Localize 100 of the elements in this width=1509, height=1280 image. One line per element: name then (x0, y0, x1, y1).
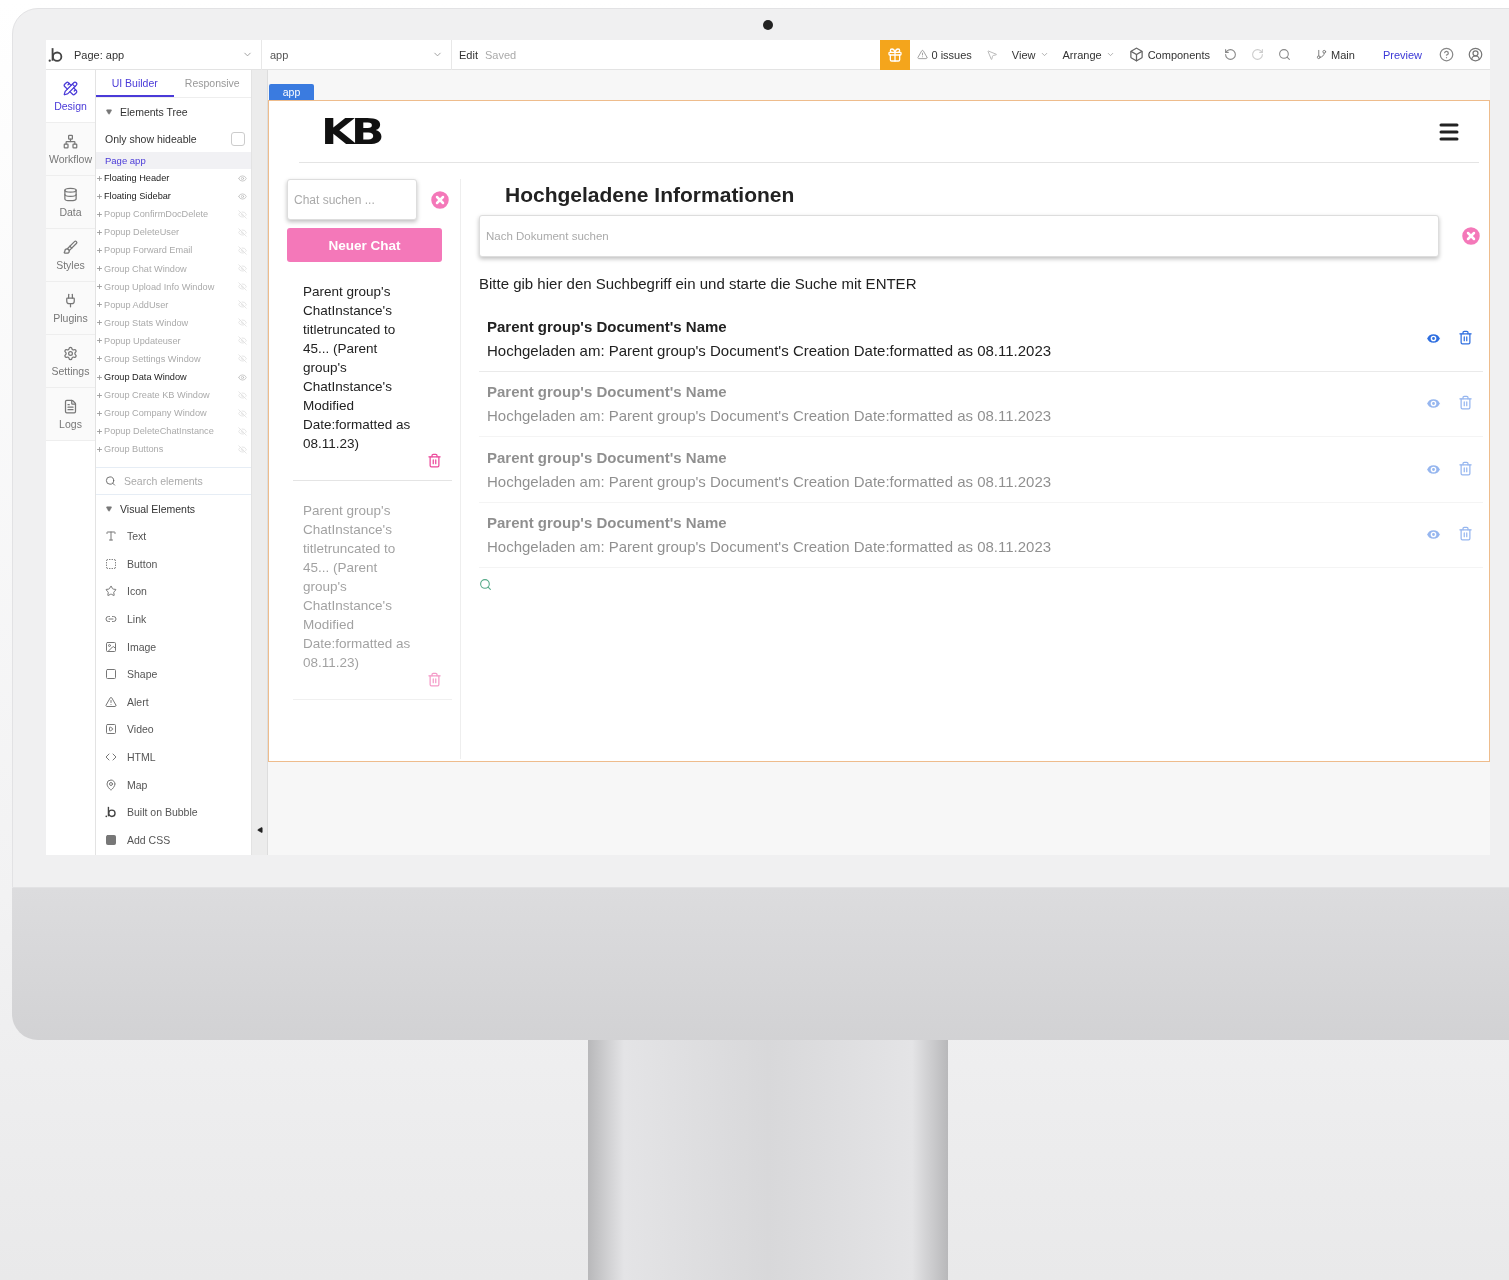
caret-icon (1105, 50, 1115, 59)
plus-icon (96, 210, 103, 218)
document-name: Parent group's Document's Name (487, 514, 728, 532)
plus-icon (96, 445, 103, 453)
search-icon (105, 474, 116, 487)
filled-square-icon (105, 833, 117, 846)
upload-date: Hochgeladen am: Parent group's Document's Creation Date:formatted as 08.11.2023 (487, 472, 1052, 490)
eye-off-icon (238, 245, 247, 255)
document-search-field[interactable]: Nach Dokument suchen (479, 215, 1439, 257)
eye-off-icon (238, 209, 247, 219)
cursor-icon (985, 48, 998, 61)
bubble-logo-icon (48, 46, 64, 63)
chat-item[interactable]: Parent group's ChatInstance's titletruncated to 45... (Parent group's ChatInstance's Modified Date:formatted as 08.11.23) (293, 274, 452, 481)
eye-off-icon (238, 227, 247, 237)
plug-icon (63, 292, 78, 308)
plus-icon (96, 319, 103, 327)
edit-menu[interactable]: Edit (452, 40, 485, 70)
element-dropdown[interactable]: app (262, 40, 452, 70)
plus-icon (96, 391, 103, 399)
upload-date: Hochgeladen am: Parent group's Document's Creation Date:formatted as 08.11.2023 (487, 407, 1052, 425)
map-pin-icon (105, 778, 117, 791)
plus-icon (96, 427, 103, 435)
eye-off-icon (238, 390, 247, 400)
document-name: Parent group's Document's Name (487, 448, 728, 466)
caret-icon (106, 505, 112, 512)
star-icon (105, 585, 117, 598)
hierarchy-icon (63, 133, 78, 149)
clear-icon[interactable] (1459, 224, 1483, 248)
eye-off-icon (238, 408, 247, 418)
text-icon (105, 530, 117, 543)
plus-icon (96, 174, 103, 182)
plus-icon (96, 337, 103, 345)
filter-label: Only show hideable (105, 133, 197, 145)
tree-item[interactable]: Floating Sidebar (96, 187, 251, 206)
page-dropdown[interactable]: Page: app (66, 40, 262, 70)
sidebar-tab[interactable]: Plugins (46, 282, 95, 335)
branch-button[interactable]: Main (1298, 40, 1373, 70)
square-icon (105, 668, 117, 681)
cube-icon (1128, 47, 1144, 62)
document-name: Parent group's Document's Name (487, 383, 728, 401)
save-status: Saved (484, 48, 517, 61)
bubble-logo-icon (105, 806, 117, 819)
dashed-square-icon (105, 557, 117, 570)
collapse-arrow-icon[interactable] (256, 827, 263, 833)
chat-search-field[interactable]: Chat suchen ... (287, 179, 417, 220)
components-button[interactable]: Components (1121, 40, 1218, 70)
document-icon (63, 398, 78, 414)
undo-icon (1224, 48, 1238, 61)
caret-icon (1039, 50, 1049, 59)
eye-icon (238, 173, 247, 183)
branch-icon (1316, 49, 1328, 60)
trash-icon[interactable] (1458, 395, 1473, 411)
eye-icon (238, 372, 247, 382)
trash-icon[interactable] (427, 672, 442, 687)
warning-icon (105, 695, 117, 708)
chat-title: Parent group's ChatInstance's titletruncated to 45... (Parent group's ChatInstance's Modified Date:formatted as 08.11.23) (303, 502, 412, 672)
trash-icon[interactable] (427, 453, 442, 468)
gift-icon (886, 46, 903, 63)
sidebar-tab[interactable]: Settings (46, 335, 95, 388)
search-hint: Bitte gib hier den Suchbegriff ein und starte die Suche mit ENTER (479, 275, 918, 292)
page-heading: Hochgeladene Informationen (505, 183, 796, 207)
eye-off-icon (238, 336, 247, 346)
warning-icon (916, 49, 928, 60)
search-icon (479, 578, 492, 591)
plus-icon (96, 192, 103, 200)
preview-button[interactable]: Preview (1372, 40, 1432, 70)
sidebar-tab[interactable]: Styles (46, 229, 95, 282)
search-field[interactable]: Search elements (124, 474, 242, 487)
eye-off-icon (238, 444, 247, 454)
issues-button[interactable]: 0 issues (909, 40, 979, 70)
plus-icon (96, 265, 103, 272)
search-icon (1278, 48, 1292, 61)
plus-icon (96, 355, 103, 363)
trash-icon[interactable] (1458, 460, 1473, 476)
element-tag[interactable]: app (269, 84, 314, 100)
image-icon (105, 640, 117, 653)
tree-item[interactable]: Page app (96, 152, 251, 169)
tree-item[interactable]: Group Data Window (96, 368, 251, 387)
gift-button[interactable] (879, 40, 910, 70)
sidebar-tab[interactable]: Data (46, 176, 95, 229)
view-menu[interactable]: View (1004, 40, 1056, 70)
sidebar-tab[interactable]: Logs (46, 388, 95, 441)
help-icon (1439, 47, 1454, 62)
trash-icon[interactable] (1458, 526, 1473, 542)
eye-icon (238, 191, 247, 201)
trash-icon[interactable] (1458, 329, 1473, 345)
checkbox[interactable] (231, 132, 245, 146)
eye-off-icon (238, 426, 247, 436)
upload-date: Hochgeladen am: Parent group's Document's Creation Date:formatted as 08.11.2023 (487, 538, 1052, 556)
eye-off-icon (238, 282, 247, 292)
eye-off-icon (238, 354, 247, 364)
caret-icon (106, 109, 112, 115)
plus-icon (96, 409, 103, 417)
arrange-menu[interactable]: Arrange (1055, 40, 1122, 70)
database-icon (63, 186, 78, 202)
upload-date: Hochgeladen am: Parent group's Document's Creation Date:formatted as 08.11.2023 (487, 341, 1052, 359)
tree-item[interactable]: Floating Header (96, 169, 251, 188)
sidebar-tab[interactable]: Workflow (46, 123, 95, 176)
plus-icon (96, 301, 103, 309)
eye-off-icon (238, 300, 247, 310)
